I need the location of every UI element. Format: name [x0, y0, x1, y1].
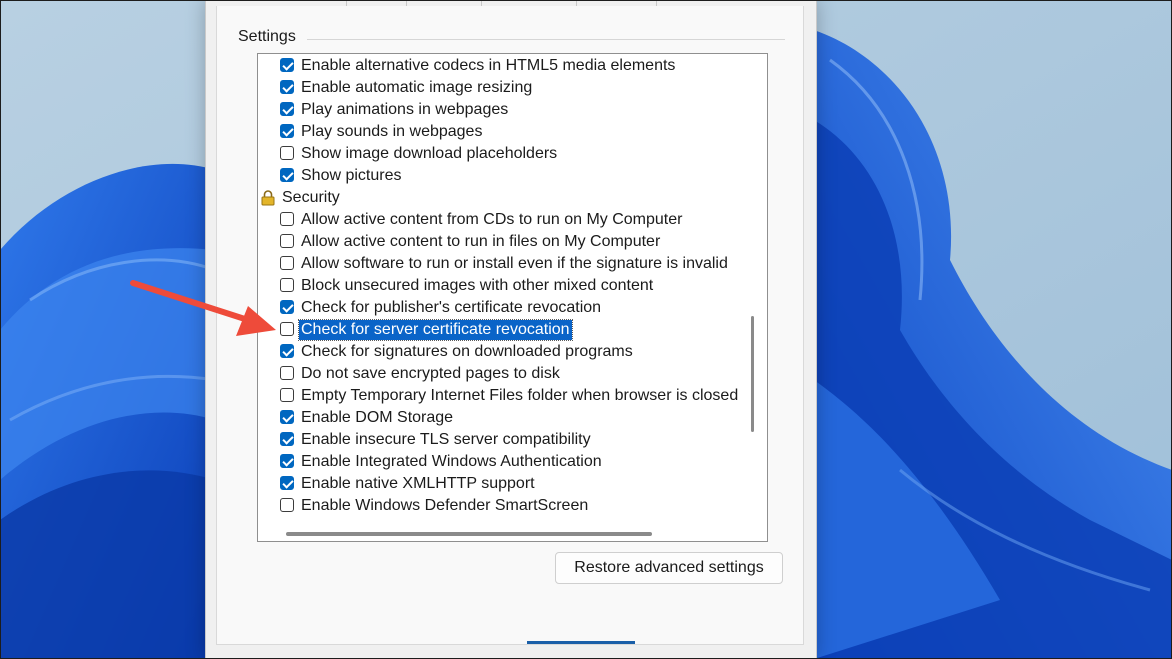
setting-row[interactable]: Enable DOM Storage	[258, 407, 742, 429]
settings-group-label: Settings	[238, 28, 304, 46]
settings-rows: Enable alternative codecs in HTML5 media…	[258, 55, 742, 517]
setting-label: Allow active content from CDs to run on …	[301, 211, 683, 228]
setting-checkbox[interactable]	[280, 410, 294, 424]
setting-label: Enable automatic image resizing	[301, 79, 533, 96]
setting-checkbox[interactable]	[280, 300, 294, 314]
setting-label: Show image download placeholders	[301, 145, 558, 162]
group-divider	[307, 39, 785, 40]
setting-label: Check for signatures on downloaded progr…	[301, 343, 633, 360]
setting-row[interactable]: Allow active content from CDs to run on …	[258, 209, 742, 231]
setting-row[interactable]: Check for server certificate revocation	[258, 319, 742, 341]
restore-advanced-settings-button[interactable]: Restore advanced settings	[555, 552, 783, 584]
setting-label: Enable Integrated Windows Authentication	[301, 453, 602, 470]
horizontal-scrollbar[interactable]	[286, 532, 652, 536]
setting-checkbox[interactable]	[280, 212, 294, 226]
setting-checkbox[interactable]	[280, 366, 294, 380]
setting-checkbox[interactable]	[280, 80, 294, 94]
setting-row[interactable]: Play animations in webpages	[258, 99, 742, 121]
setting-row[interactable]: Enable Integrated Windows Authentication	[258, 451, 742, 473]
setting-checkbox[interactable]	[280, 234, 294, 248]
setting-checkbox[interactable]	[280, 278, 294, 292]
setting-row[interactable]: Enable insecure TLS server compatibility	[258, 429, 742, 451]
setting-checkbox[interactable]	[280, 388, 294, 402]
setting-label: Allow active content to run in files on …	[301, 233, 661, 250]
setting-label: Enable Windows Defender SmartScreen	[301, 497, 589, 514]
focus-accent	[527, 641, 635, 644]
setting-row[interactable]: Play sounds in webpages	[258, 121, 742, 143]
setting-row[interactable]: Show pictures	[258, 165, 742, 187]
setting-label: Empty Temporary Internet Files folder wh…	[301, 387, 739, 404]
setting-checkbox[interactable]	[280, 322, 294, 336]
setting-checkbox[interactable]	[280, 146, 294, 160]
setting-row[interactable]: Check for signatures on downloaded progr…	[258, 341, 742, 363]
setting-checkbox[interactable]	[280, 476, 294, 490]
setting-label: Block unsecured images with other mixed …	[301, 277, 654, 294]
settings-tree-list[interactable]: Enable alternative codecs in HTML5 media…	[257, 53, 768, 542]
advanced-tab-panel: Settings Enable alternative codecs in HT…	[216, 6, 804, 645]
lock-icon	[261, 190, 275, 206]
setting-row[interactable]: Do not save encrypted pages to disk	[258, 363, 742, 385]
setting-label: Enable alternative codecs in HTML5 media…	[301, 57, 676, 74]
setting-checkbox[interactable]	[280, 102, 294, 116]
setting-label: Play sounds in webpages	[301, 123, 483, 140]
setting-row[interactable]: Allow active content to run in files on …	[258, 231, 742, 253]
setting-label: Enable DOM Storage	[301, 409, 454, 426]
setting-label: Show pictures	[301, 167, 402, 184]
setting-label: Security	[282, 189, 340, 206]
setting-row[interactable]: Block unsecured images with other mixed …	[258, 275, 742, 297]
category-row-security[interactable]: Security	[258, 187, 742, 209]
setting-checkbox[interactable]	[280, 498, 294, 512]
setting-label: Play animations in webpages	[301, 101, 509, 118]
setting-label: Allow software to run or install even if…	[301, 255, 728, 272]
setting-checkbox[interactable]	[280, 432, 294, 446]
setting-label: Check for server certificate revocation	[298, 319, 573, 341]
internet-options-dialog: Settings Enable alternative codecs in HT…	[205, 0, 817, 659]
setting-checkbox[interactable]	[280, 168, 294, 182]
setting-label: Enable native XMLHTTP support	[301, 475, 535, 492]
setting-label: Do not save encrypted pages to disk	[301, 365, 560, 382]
setting-row[interactable]: Enable automatic image resizing	[258, 77, 742, 99]
vertical-scrollbar[interactable]	[751, 316, 754, 432]
setting-row[interactable]: Enable alternative codecs in HTML5 media…	[258, 55, 742, 77]
setting-row[interactable]: Show image download placeholders	[258, 143, 742, 165]
setting-checkbox[interactable]	[280, 344, 294, 358]
setting-checkbox[interactable]	[280, 58, 294, 72]
setting-row[interactable]: Allow software to run or install even if…	[258, 253, 742, 275]
setting-checkbox[interactable]	[280, 454, 294, 468]
setting-row[interactable]: Empty Temporary Internet Files folder wh…	[258, 385, 742, 407]
setting-row[interactable]: Enable Windows Defender SmartScreen	[258, 495, 742, 517]
setting-row[interactable]: Enable native XMLHTTP support	[258, 473, 742, 495]
setting-label: Enable insecure TLS server compatibility	[301, 431, 591, 448]
setting-row[interactable]: Check for publisher's certificate revoca…	[258, 297, 742, 319]
setting-checkbox[interactable]	[280, 256, 294, 270]
setting-checkbox[interactable]	[280, 124, 294, 138]
setting-label: Check for publisher's certificate revoca…	[301, 299, 602, 316]
